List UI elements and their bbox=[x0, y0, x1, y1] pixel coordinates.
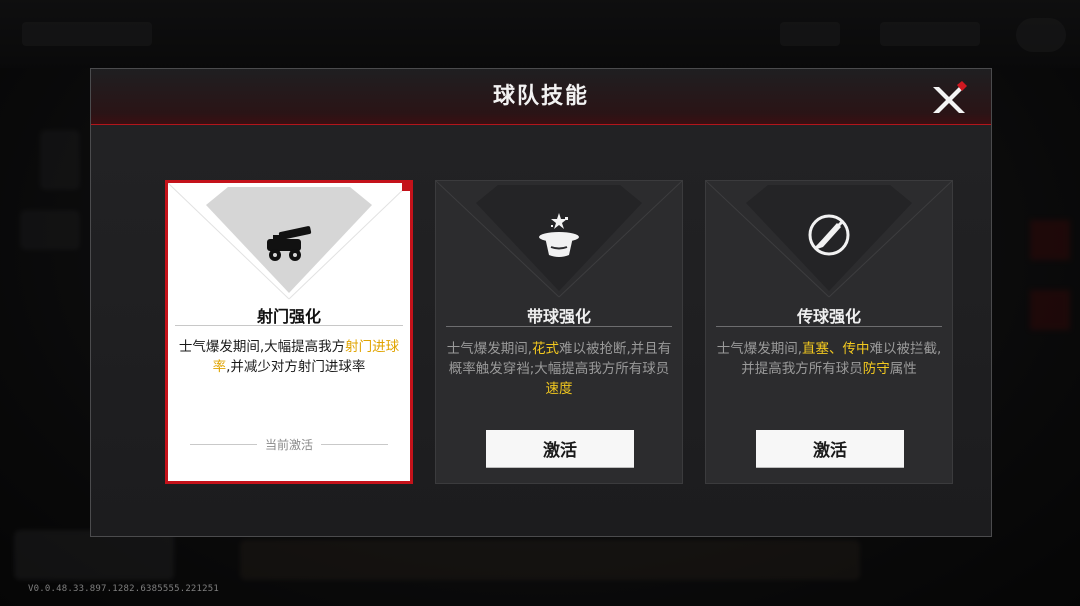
active-corner-mark bbox=[402, 183, 410, 191]
activate-button[interactable]: 激活 bbox=[756, 430, 904, 467]
description-text: 士气爆发期间, bbox=[446, 341, 532, 357]
version-label: V0.0.48.33.897.1282.6385555.221251 bbox=[28, 584, 220, 594]
highlighted-term: 直塞、传中 bbox=[802, 341, 870, 357]
description-text: 属性 bbox=[889, 361, 917, 377]
skill-description: 士气爆发期间,花式难以被抢断,并且有概率触发穿裆;大幅提高我方所有球员速度 bbox=[446, 339, 672, 399]
close-icon bbox=[933, 81, 967, 113]
skill-card-dribbling[interactable]: 带球强化 士气爆发期间,花式难以被抢断,并且有概率触发穿裆;大幅提高我方所有球员… bbox=[435, 180, 683, 484]
skill-description: 士气爆发期间,直塞、传中难以被拦截,并提高我方所有球员防守属性 bbox=[716, 339, 942, 379]
highlighted-term: 花式 bbox=[532, 341, 559, 357]
activate-button[interactable]: 激活 bbox=[486, 430, 634, 467]
status-rule-right bbox=[321, 443, 389, 445]
status-label: 当前激活 bbox=[265, 437, 314, 452]
status-rule-left bbox=[190, 443, 257, 445]
description-text: 士气爆发期间,大幅提高我方 bbox=[178, 339, 346, 355]
divider bbox=[716, 326, 942, 327]
close-button[interactable] bbox=[929, 81, 969, 117]
description-text: ,并减少对方射门进球率 bbox=[226, 359, 366, 375]
skill-name: 射门强化 bbox=[256, 307, 321, 326]
team-skill-dialog: 球队技能 射门强化 士气爆发期间,大幅提高我方射门进球率,并减少对方射门进球率 … bbox=[90, 68, 992, 537]
divider bbox=[175, 325, 403, 326]
divider bbox=[446, 326, 672, 327]
skill-card-shooting[interactable]: 射门强化 士气爆发期间,大幅提高我方射门进球率,并减少对方射门进球率 当前激活 bbox=[165, 180, 413, 484]
game-screen: V0.0.48.33.897.1282.6385555.221251 球队技能 bbox=[0, 0, 1080, 606]
active-status: 当前激活 bbox=[190, 434, 389, 454]
description-text: 士气爆发期间, bbox=[716, 341, 802, 357]
dialog-title: 球队技能 bbox=[492, 84, 589, 109]
cannon-icon bbox=[267, 226, 312, 261]
skill-card-passing[interactable]: 传球强化 士气爆发期间,直塞、传中难以被拦截,并提高我方所有球员防守属性 激活 bbox=[705, 180, 953, 484]
highlighted-term: 速度 bbox=[545, 381, 573, 397]
highlighted-term: 防守 bbox=[862, 361, 890, 377]
magic-hat-icon bbox=[539, 213, 579, 257]
skill-name: 带球强化 bbox=[526, 307, 591, 326]
skill-name: 传球强化 bbox=[796, 307, 861, 326]
skill-description: 士气爆发期间,大幅提高我方射门进球率,并减少对方射门进球率 bbox=[176, 337, 402, 377]
no-pen-icon bbox=[808, 214, 850, 256]
